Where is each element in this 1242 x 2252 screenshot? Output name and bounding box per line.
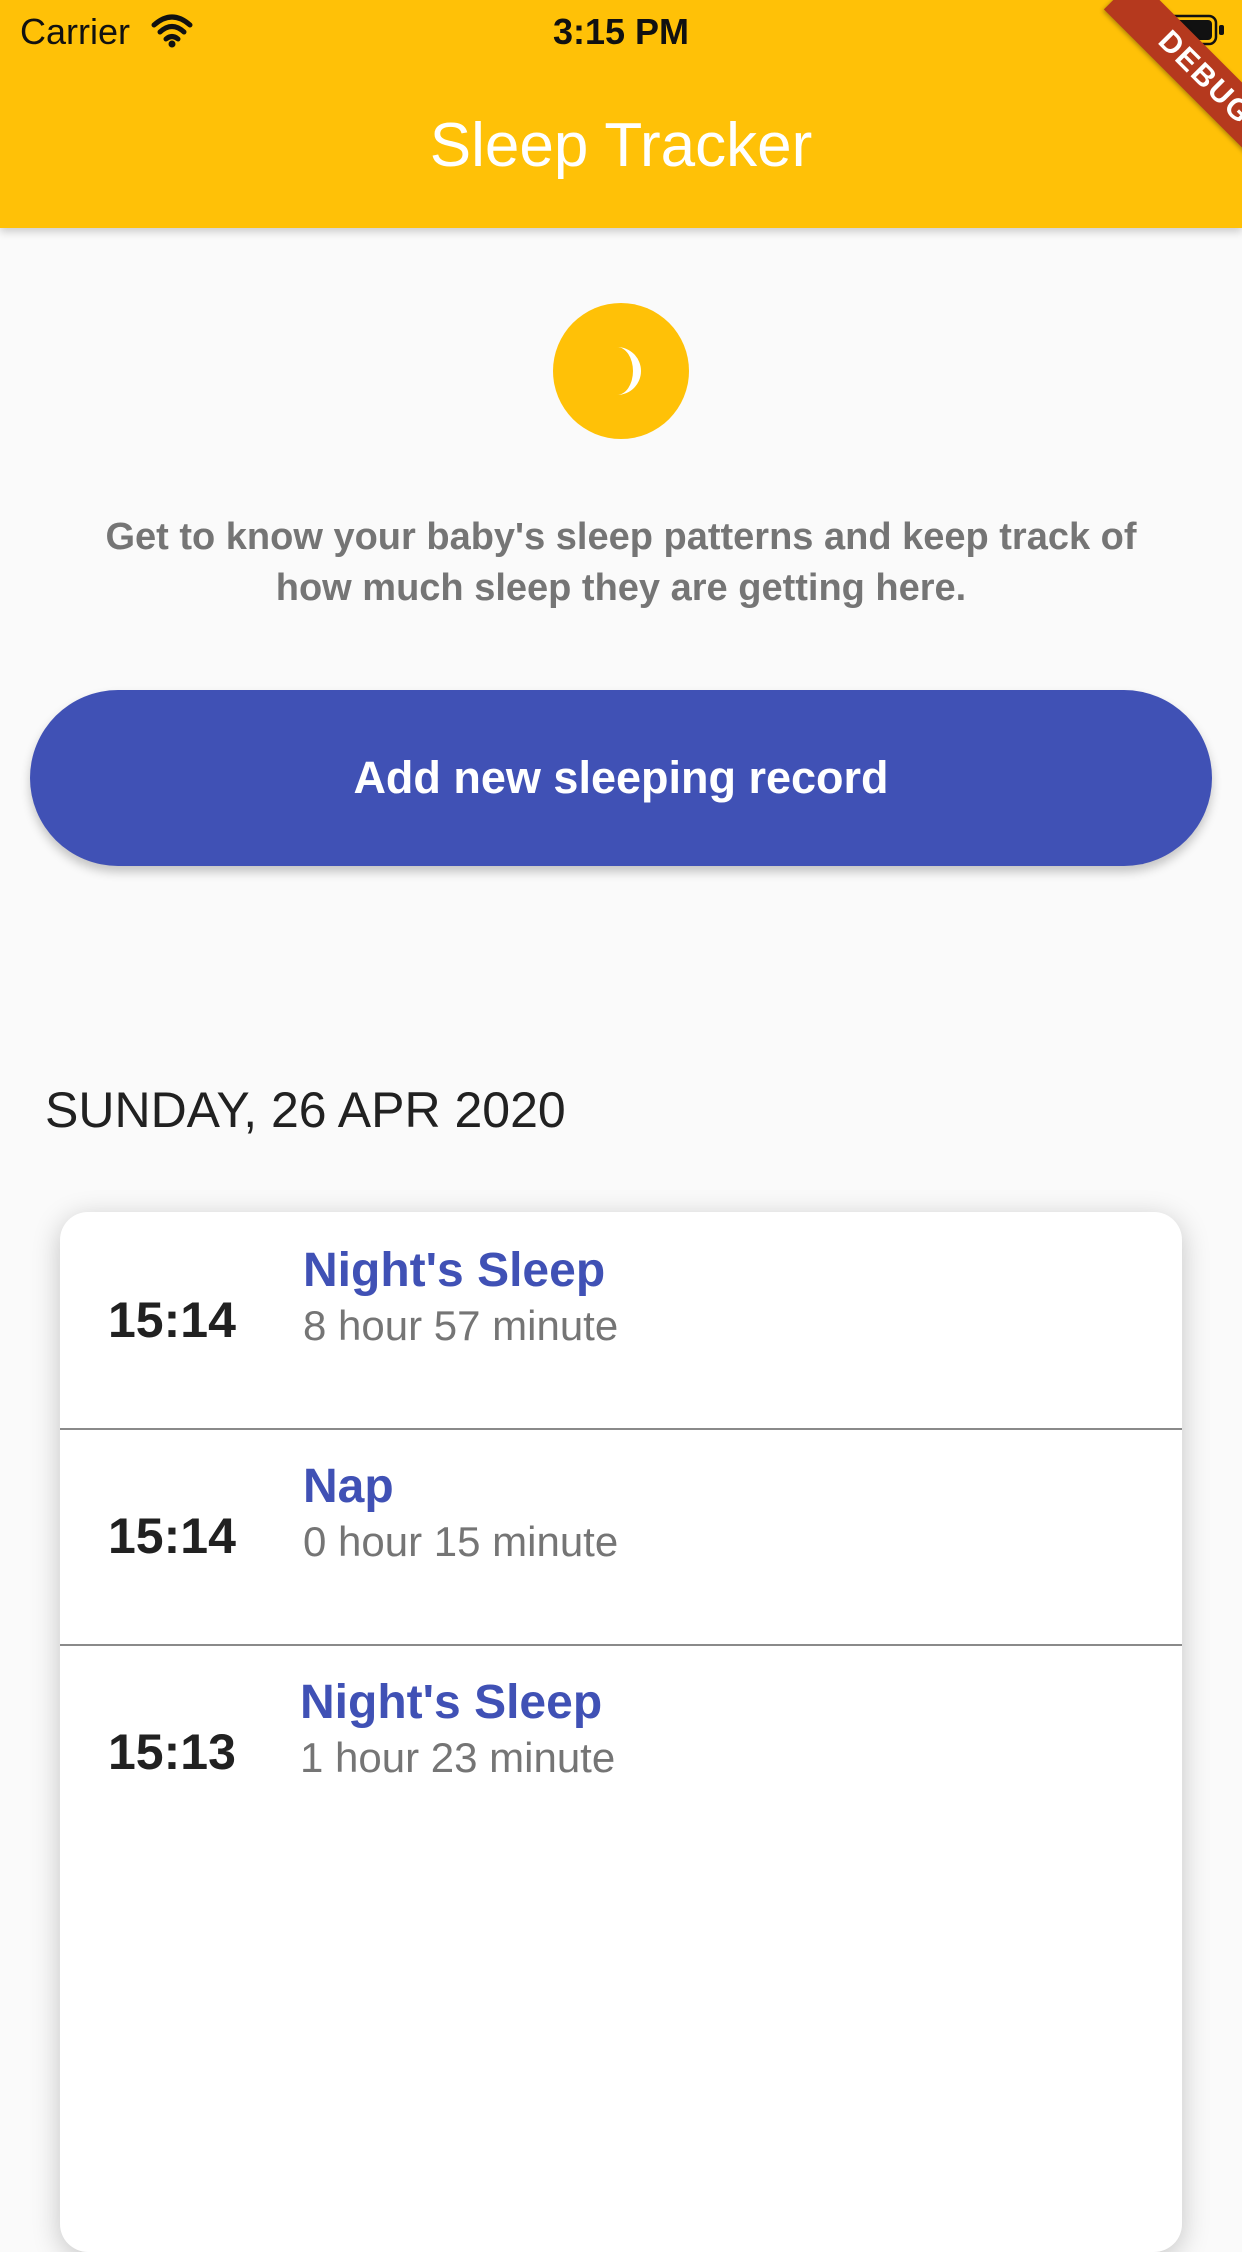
intro-text: Get to know your baby's sleep patterns a… — [105, 516, 1137, 609]
sleep-record-row[interactable]: 15:13 Night's Sleep 1 hour 23 minute — [60, 1644, 1182, 1860]
date-heading: SUNDAY, 26 APR 2020 — [45, 1082, 566, 1138]
record-duration: 0 hour 15 minute — [303, 1518, 619, 1565]
record-type: Night's Sleep — [303, 1244, 606, 1297]
sleep-record-row[interactable]: 15:14 Nap 0 hour 15 minute — [60, 1428, 1182, 1646]
record-time: 15:13 — [108, 1724, 236, 1780]
add-sleeping-record-button[interactable]: Add new sleeping record — [30, 690, 1212, 866]
record-type: Night's Sleep — [300, 1676, 603, 1729]
record-type: Nap — [303, 1460, 394, 1513]
sleep-record-row[interactable]: 15:14 Night's Sleep 8 hour 57 minute — [60, 1212, 1182, 1430]
record-time: 15:14 — [108, 1508, 236, 1564]
record-duration: 8 hour 57 minute — [303, 1302, 619, 1349]
record-duration: 1 hour 23 minute — [300, 1734, 616, 1781]
sleep-records-card: 15:14 Night's Sleep 8 hour 57 minute 15:… — [60, 1212, 1182, 2252]
app-bar: Carrier 3:15 PM Sleep Tracker DEBUG — [0, 0, 1242, 228]
record-time: 15:14 — [108, 1292, 236, 1348]
moon-icon — [617, 347, 641, 395]
app-title: Sleep Tracker — [429, 111, 813, 180]
status-time: 3:15 PM — [552, 11, 690, 52]
moon-badge — [553, 303, 689, 439]
